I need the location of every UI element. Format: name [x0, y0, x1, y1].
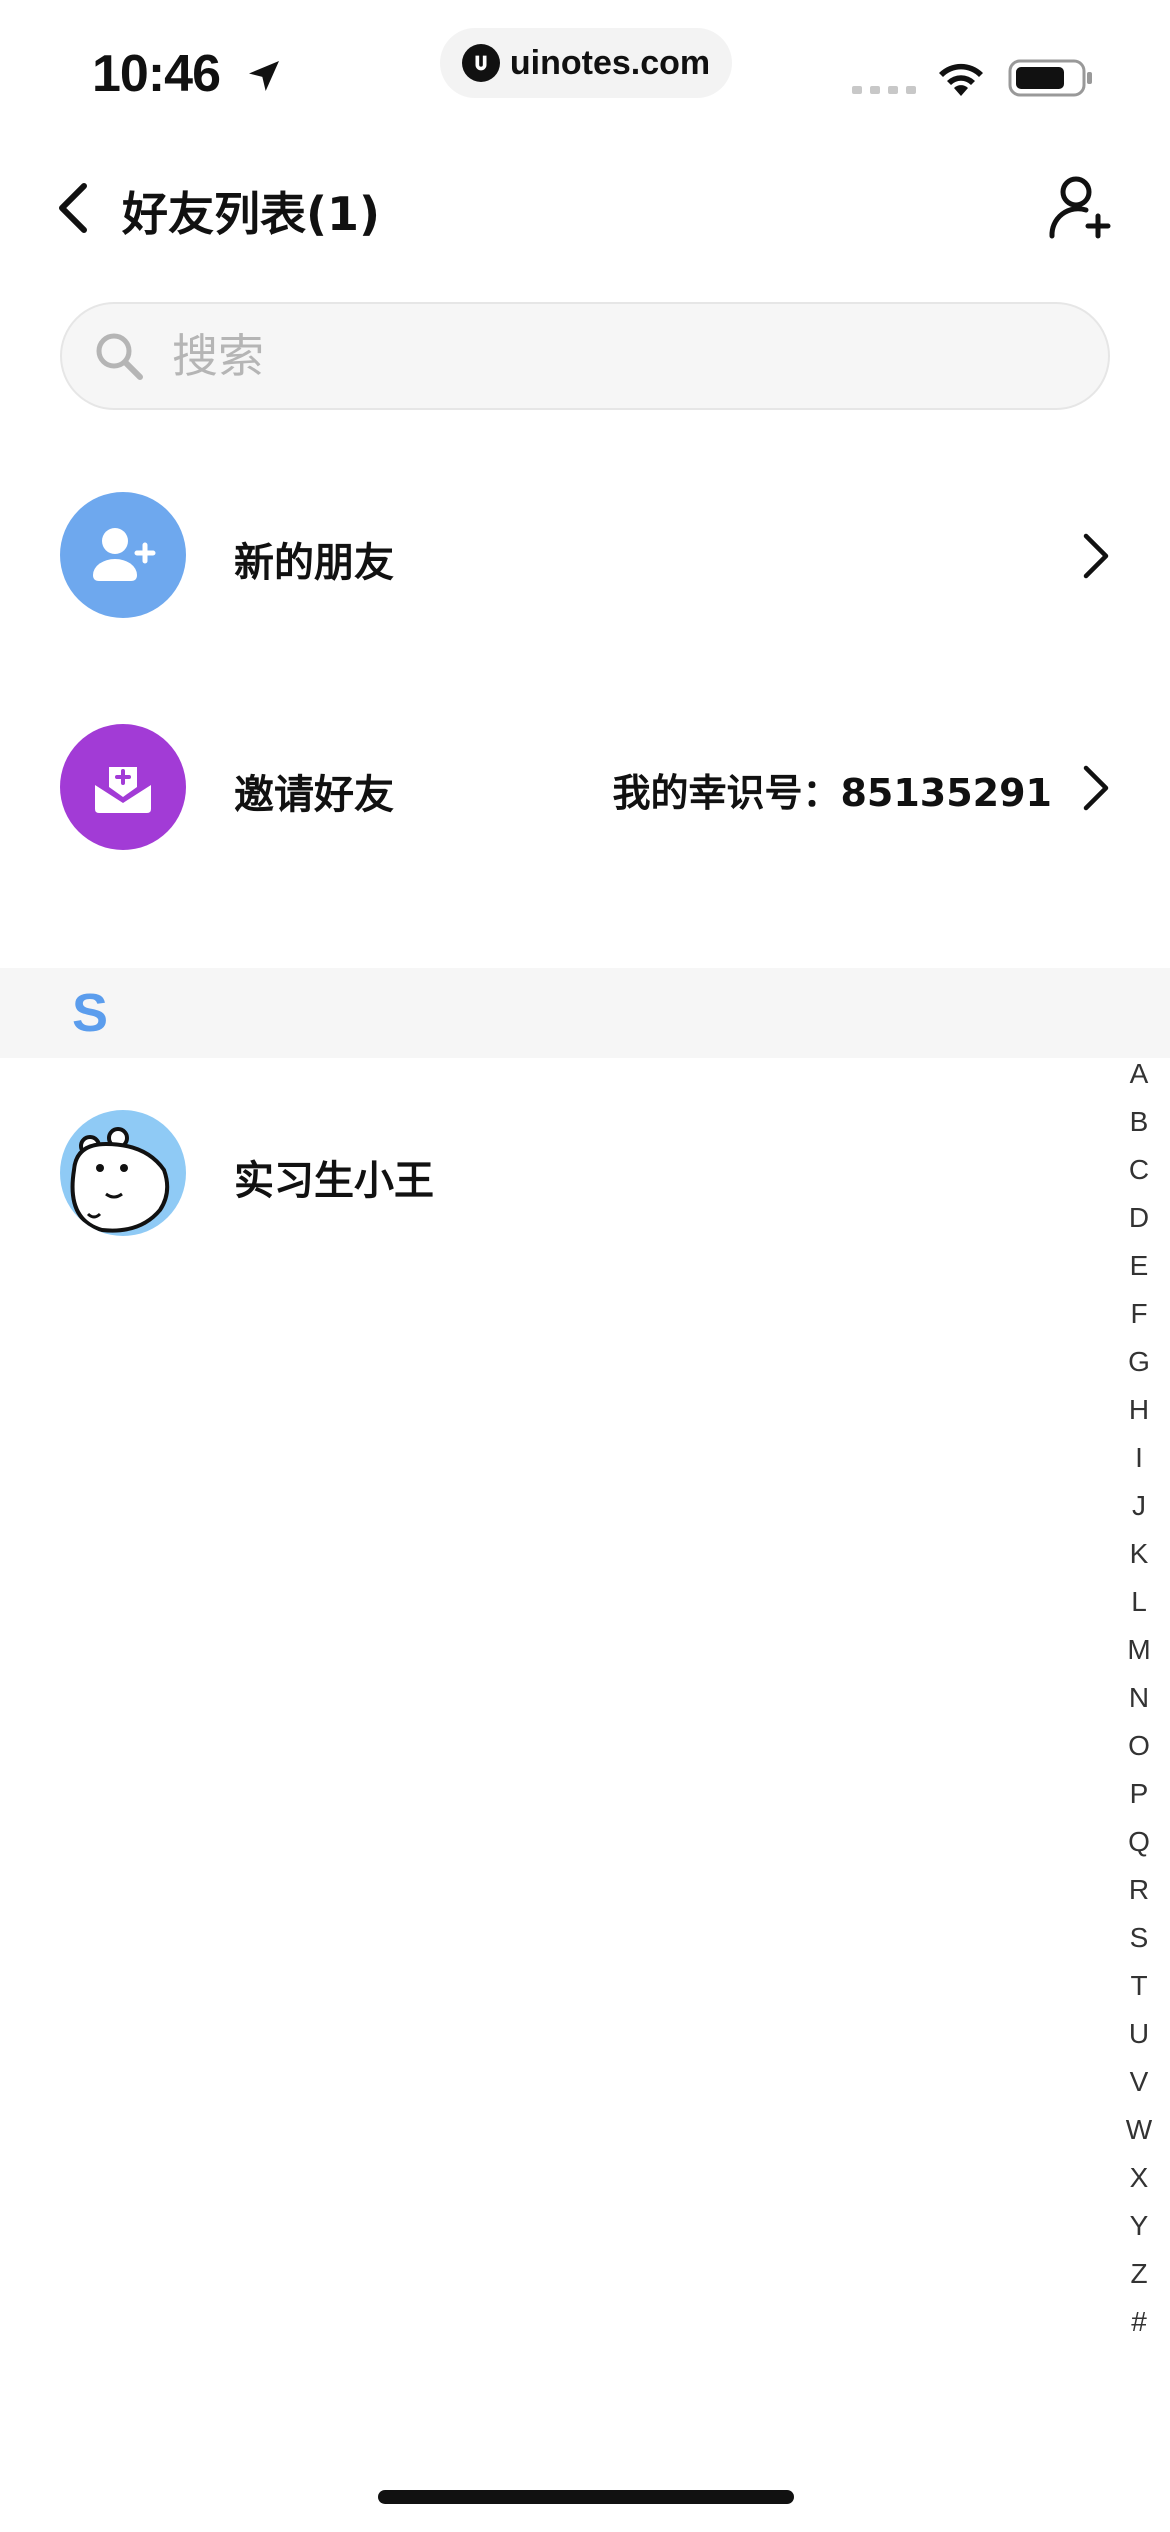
chevron-right-icon	[1083, 765, 1109, 811]
home-indicator[interactable]	[378, 2490, 794, 2504]
alphabet-index-letter[interactable]: N	[1129, 1674, 1149, 1722]
cellular-signal-icon	[852, 86, 916, 94]
alphabet-index-letter[interactable]: X	[1130, 2154, 1149, 2202]
search-bar[interactable]	[60, 302, 1110, 410]
alphabet-index-letter[interactable]: A	[1130, 1050, 1149, 1098]
invite-friends-avatar	[60, 724, 186, 850]
friend-list-screen: 10:46 uinotes.com 好友列表(1) 搜索 新的朋友 邀请好友 我…	[0, 0, 1170, 2532]
chevron-right-icon	[1083, 533, 1109, 579]
alphabet-index-letter[interactable]: R	[1129, 1866, 1149, 1914]
contact-row[interactable]: 实习生小王	[0, 1098, 1170, 1248]
alphabet-index-letter[interactable]: P	[1130, 1770, 1149, 1818]
alphabet-index-letter[interactable]: L	[1131, 1578, 1147, 1626]
alphabet-index-letter[interactable]: #	[1131, 2298, 1147, 2346]
alphabet-index-letter[interactable]: O	[1128, 1722, 1150, 1770]
alphabet-index-letter[interactable]: Z	[1130, 2250, 1147, 2298]
alphabet-index-letter[interactable]: M	[1127, 1626, 1150, 1674]
alphabet-index-letter[interactable]: B	[1130, 1098, 1149, 1146]
alphabet-index-letter[interactable]: D	[1129, 1194, 1149, 1242]
search-icon	[96, 333, 143, 380]
alphabet-index-letter[interactable]: W	[1126, 2106, 1152, 2154]
page-title: 好友列表(1)	[122, 187, 381, 241]
url-pill[interactable]: uinotes.com	[440, 28, 732, 98]
alphabet-index-letter[interactable]: C	[1129, 1146, 1149, 1194]
alphabet-index-letter[interactable]: T	[1130, 1962, 1147, 2010]
alphabet-index-letter[interactable]: V	[1130, 2058, 1149, 2106]
alphabet-index-letter[interactable]: Y	[1130, 2202, 1149, 2250]
alphabet-index[interactable]: A B C D E F G H I J K L M N O P Q R S T U V W X Y Z #	[1118, 1050, 1160, 2346]
new-friends-row[interactable]: 新的朋友	[0, 480, 1170, 630]
my-id-text: 我的幸识号：85135291	[612, 771, 1052, 815]
alphabet-index-letter[interactable]: E	[1130, 1242, 1149, 1290]
cartoon-hippo-avatar	[70, 1127, 170, 1233]
site-logo-icon	[461, 44, 500, 82]
alphabet-index-letter[interactable]: Q	[1128, 1818, 1150, 1866]
section-header-s: S	[0, 968, 1170, 1058]
contact-avatar	[60, 1110, 186, 1236]
status-time: 10:46	[92, 45, 221, 103]
location-arrow-icon	[249, 61, 279, 91]
alphabet-index-letter[interactable]: I	[1135, 1434, 1143, 1482]
invite-mail-icon	[95, 767, 151, 813]
new-friends-label: 新的朋友	[234, 540, 394, 586]
url-text: uinotes.com	[509, 43, 711, 82]
add-friend-icon[interactable]	[1046, 172, 1114, 242]
alphabet-index-letter[interactable]: U	[1129, 2010, 1149, 2058]
battery-icon	[1008, 59, 1092, 97]
alphabet-index-letter[interactable]: S	[1130, 1914, 1149, 1962]
alphabet-index-letter[interactable]: F	[1130, 1290, 1147, 1338]
invite-friends-row[interactable]: 邀请好友 我的幸识号：85135291	[0, 712, 1170, 862]
invite-friends-label: 邀请好友	[234, 772, 394, 818]
alphabet-index-letter[interactable]: H	[1129, 1386, 1149, 1434]
section-letter: S	[72, 983, 109, 1043]
contact-name: 实习生小王	[234, 1158, 434, 1204]
alphabet-index-letter[interactable]: J	[1132, 1482, 1146, 1530]
user-plus-icon	[93, 528, 156, 581]
wifi-icon	[939, 63, 983, 96]
search-input[interactable]	[172, 329, 1052, 383]
new-friends-avatar	[60, 492, 186, 618]
back-arrow-icon[interactable]	[52, 180, 92, 236]
alphabet-index-letter[interactable]: G	[1128, 1338, 1150, 1386]
alphabet-index-letter[interactable]: K	[1130, 1530, 1149, 1578]
